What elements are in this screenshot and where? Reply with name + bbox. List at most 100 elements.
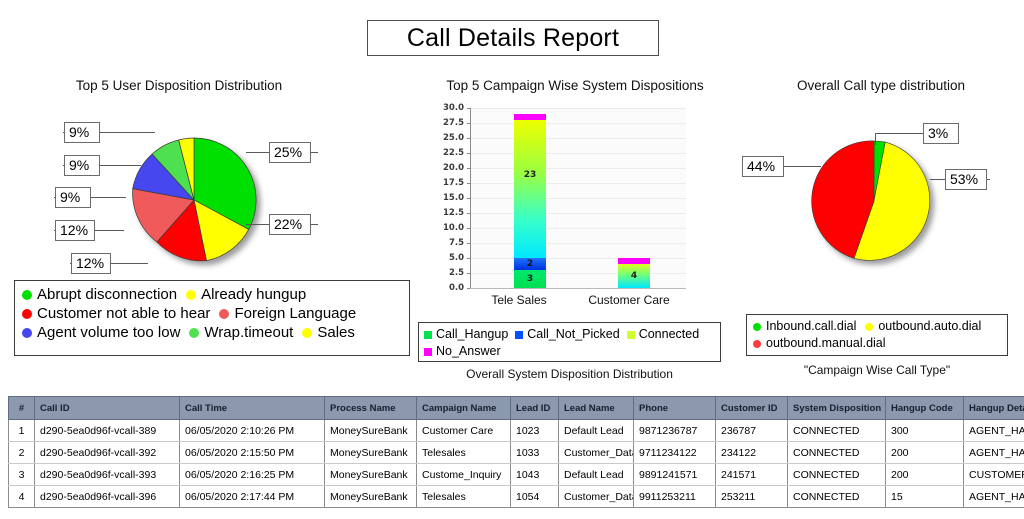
cell-call-id: d290-5ea0d96f-vcall-389 [35,420,180,442]
campaign-dispositions-plot-area: 3 2 23 4 [470,108,686,288]
legend-swatch-icon-call-hangup [424,331,432,339]
table-header-phone[interactable]: Phone [634,397,716,420]
cell-lead-name: Default Lead [559,464,634,486]
cell-lead-name: Customer_Data [559,442,634,464]
y-tick-label-27-5: 27.5 [430,118,464,128]
table-header-customer-id[interactable]: Customer ID [716,397,788,420]
legend-item-call-not-picked: Call_Not_Picked [515,326,619,343]
legend-item-no-answer: No_Answer [424,343,501,360]
y-axis-line [470,108,471,289]
table-header-hangup-details[interactable]: Hangup Details [964,397,1024,420]
legend-row-2: outbound.manual.dial [753,335,1001,352]
legend-swatch-icon-inbound-call-dial [753,323,761,331]
call-type-chart-title: Overall Call type distribution [738,78,1024,93]
call-type-chart-panel: Overall Call type distribution 3% 53% 44… [738,78,1024,374]
cell-hangup-details: CUSTOMER_HANGUP [964,464,1024,486]
x-axis-line [470,288,686,289]
y-tick-label-30: 30.0 [430,103,464,113]
cell-system-disposition: CONNECTED [788,464,886,486]
cell-lead-name: Customer_Data [559,486,634,508]
cell-customer-id: 253211 [716,486,788,508]
x-tick-label-tele-sales: Tele Sales [474,293,564,307]
legend-swatch-icon-agent-volume-too-low [22,328,32,338]
legend-label-outbound-auto-dial: outbound.auto.dial [878,318,981,335]
cell-hangup-code: 15 [886,486,964,508]
legend-item-sales: Sales [302,323,355,342]
cell-hangup-details: AGENT_HANGUP [964,486,1024,508]
y-tick-label-15: 15.0 [430,193,464,203]
legend-item-wrap-timeout: Wrap.timeout [189,323,293,342]
table-header-call-time[interactable]: Call Time [180,397,325,420]
call-details-table[interactable]: # Call ID Call Time Process Name Campaig… [8,396,1024,508]
page-title: Call Details Report [367,20,659,56]
pie-label-22pct: 22% [269,214,311,235]
pie-label-44pct: 44% [742,156,784,177]
legend-item-customer-not-able-to-hear: Customer not able to hear [22,304,210,323]
y-tick-label-2-5: 2.5 [430,268,464,278]
legend-label-call-not-picked: Call_Not_Picked [527,326,619,343]
call-type-legend: Inbound.call.dial outbound.auto.dial out… [746,314,1008,356]
table-row[interactable]: 2 d290-5ea0d96f-vcall-392 06/05/2020 2:1… [9,442,1024,464]
pie-label-9pct-a: 9% [55,187,91,208]
cell-index: 2 [9,442,35,464]
cell-campaign-name: Telesales [417,442,511,464]
pie-label-3pct: 3% [923,123,959,144]
table-header-lead-id[interactable]: Lead ID [511,397,559,420]
bar-value-tele-sales-call-not-picked: 2 [527,259,533,269]
legend-item-inbound-call-dial: Inbound.call.dial [753,318,856,335]
legend-swatch-icon-wrap-timeout [189,328,199,338]
cell-customer-id: 234122 [716,442,788,464]
legend-label-customer-not-able-to-hear: Customer not able to hear [37,304,210,323]
bar-segment-customer-care-connected: 4 [618,264,650,288]
y-tick-label-10: 10.0 [430,223,464,233]
legend-label-abrupt-disconnection: Abrupt disconnection [37,285,177,304]
cell-hangup-code: 200 [886,464,964,486]
table-header-lead-name[interactable]: Lead Name [559,397,634,420]
cell-lead-id: 1043 [511,464,559,486]
table-header-campaign-name[interactable]: Campaign Name [417,397,511,420]
cell-index: 4 [9,486,35,508]
table-row[interactable]: 3 d290-5ea0d96f-vcall-393 06/05/2020 2:1… [9,464,1024,486]
legend-swatch-icon-customer-not-able-to-hear [22,309,32,319]
table-header-call-id[interactable]: Call ID [35,397,180,420]
legend-row-1: Call_Hangup Call_Not_Picked Connected [424,326,715,343]
bar-segment-customer-care-no-answer [618,258,650,264]
legend-swatch-icon-connected [627,331,635,339]
legend-swatch-icon-foreign-language [219,309,229,319]
leader-line-3pct-vert [875,133,876,145]
table-header-hangup-code[interactable]: Hangup Code [886,397,964,420]
cell-index: 1 [9,420,35,442]
bar-segment-tele-sales-call-hangup: 3 [514,270,546,288]
y-tick-label-12-5: 12.5 [430,208,464,218]
table-header-process-name[interactable]: Process Name [325,397,417,420]
table-header-system-disposition[interactable]: System Disposition [788,397,886,420]
table-header-index[interactable]: # [9,397,35,420]
legend-label-foreign-language: Foreign Language [234,304,356,323]
cell-call-id: d290-5ea0d96f-vcall-396 [35,486,180,508]
legend-row-1: Inbound.call.dial outbound.auto.dial [753,318,1001,335]
table-row[interactable]: 4 d290-5ea0d96f-vcall-396 06/05/2020 2:1… [9,486,1024,508]
x-tick-label-customer-care: Customer Care [574,293,684,307]
cell-phone: 9911253211 [634,486,716,508]
cell-phone: 9891241571 [634,464,716,486]
cell-hangup-code: 200 [886,442,964,464]
bar-segment-tele-sales-call-not-picked: 2 [514,258,546,270]
legend-item-abrupt-disconnection: Abrupt disconnection [22,285,177,304]
bar-value-tele-sales-connected: 23 [524,170,537,180]
pie-label-12pct-a: 12% [71,253,111,274]
cell-call-id: d290-5ea0d96f-vcall-393 [35,464,180,486]
legend-row-3: Agent volume too low Wrap.timeout Sales [22,323,402,342]
legend-item-connected: Connected [627,326,699,343]
legend-swatch-icon-already-hungup [186,290,196,300]
legend-swatch-icon-call-not-picked [515,331,523,339]
legend-label-call-hangup: Call_Hangup [436,326,508,343]
bar-segment-tele-sales-no-answer [514,114,546,120]
table-row[interactable]: 1 d290-5ea0d96f-vcall-389 06/05/2020 2:1… [9,420,1024,442]
cell-hangup-details: AGENT_HANGUP [964,420,1024,442]
cell-campaign-name: Telesales [417,486,511,508]
y-tick-label-20: 20.0 [430,163,464,173]
legend-label-inbound-call-dial: Inbound.call.dial [766,318,856,335]
campaign-dispositions-chart-panel: Top 5 Campaign Wise System Dispositions … [416,78,734,374]
cell-index: 3 [9,464,35,486]
legend-swatch-icon-no-answer [424,348,432,356]
